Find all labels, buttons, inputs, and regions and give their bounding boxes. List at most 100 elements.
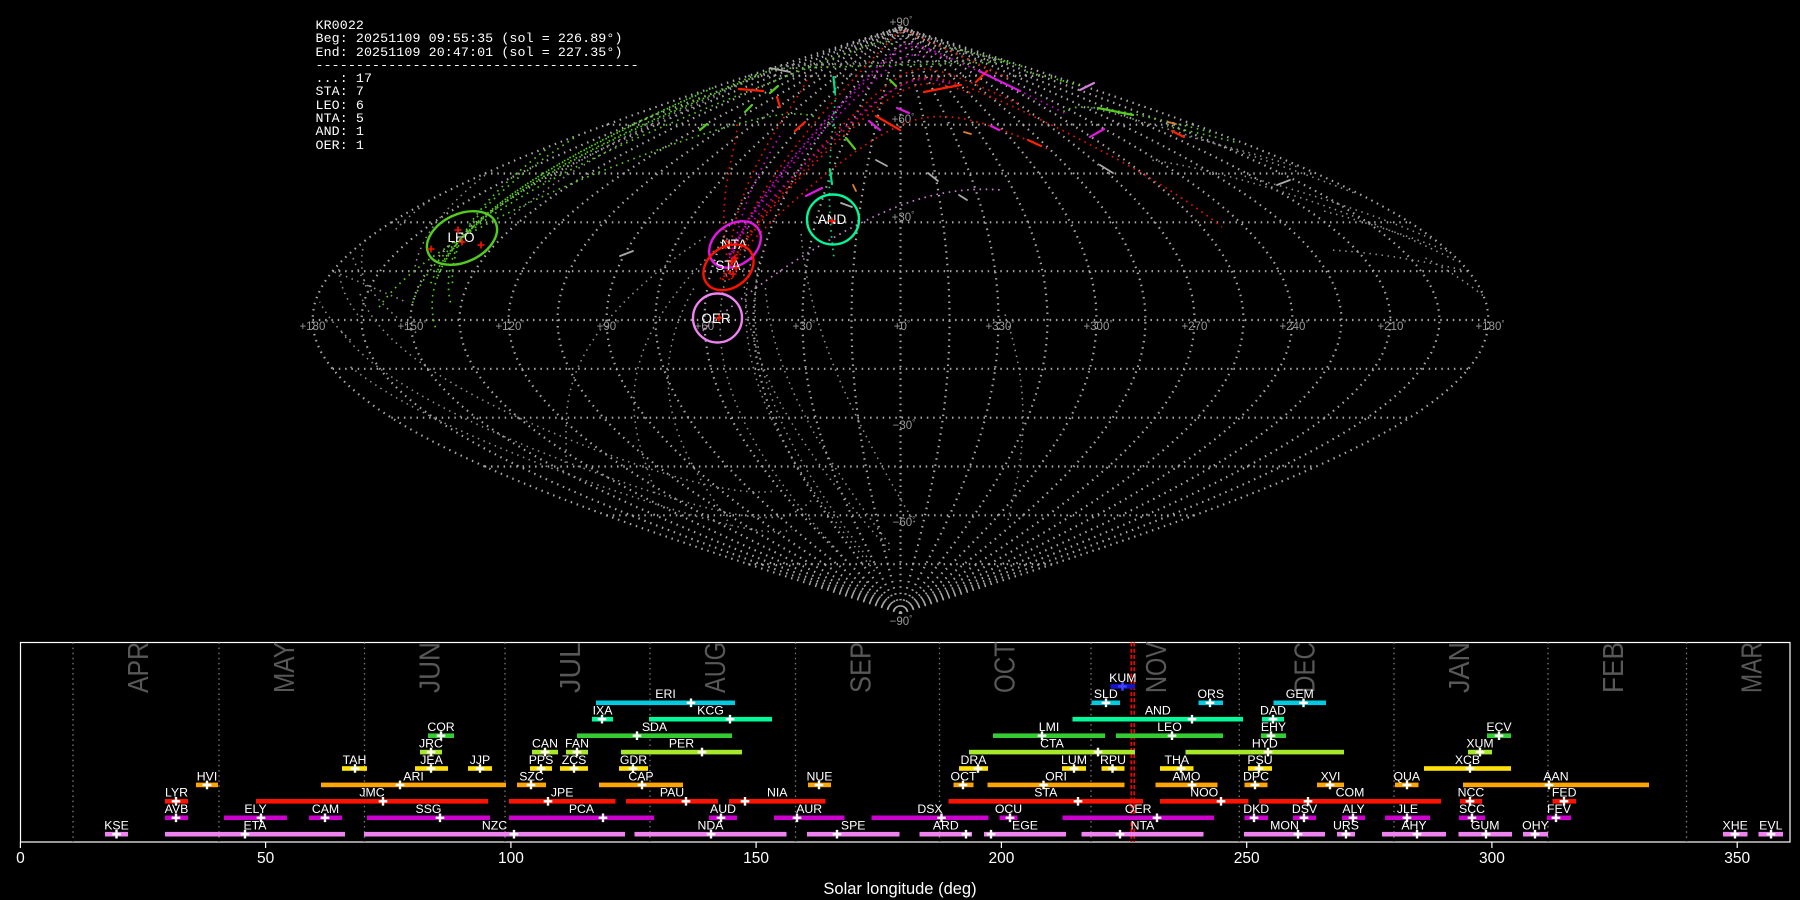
svg-text:+240°: +240° xyxy=(1279,319,1308,333)
svg-text:SSG: SSG xyxy=(416,802,442,816)
svg-text:NOO: NOO xyxy=(1190,786,1218,800)
svg-text:−30°: −30° xyxy=(893,418,916,432)
svg-text:LUM: LUM xyxy=(1061,753,1087,767)
svg-text:FEV: FEV xyxy=(1547,802,1572,816)
svg-text:ORI: ORI xyxy=(1045,769,1067,783)
svg-text:AVB: AVB xyxy=(165,802,189,816)
svg-text:OER: OER xyxy=(1125,802,1152,816)
svg-text:+120°: +120° xyxy=(495,319,524,333)
svg-text:AUR: AUR xyxy=(796,802,822,816)
svg-text:TAH: TAH xyxy=(343,753,367,767)
svg-text:KUM: KUM xyxy=(1109,671,1136,685)
svg-text:RPU: RPU xyxy=(1100,753,1126,767)
svg-text:NIA: NIA xyxy=(767,786,788,800)
svg-text:EGE: EGE xyxy=(1012,819,1038,833)
svg-text:JRC: JRC xyxy=(419,737,443,751)
svg-text:AND: AND xyxy=(1145,704,1171,718)
svg-text:FED: FED xyxy=(1552,786,1577,800)
svg-text:PER: PER xyxy=(669,737,694,751)
svg-text:SZC: SZC xyxy=(519,769,544,783)
svg-text:CAM: CAM xyxy=(312,802,339,816)
svg-text:XUM: XUM xyxy=(1466,737,1493,751)
svg-text:FEB: FEB xyxy=(1598,642,1630,693)
svg-text:AHY: AHY xyxy=(1401,819,1426,833)
svg-text:ORS: ORS xyxy=(1197,687,1224,701)
svg-text:XVI: XVI xyxy=(1321,769,1341,783)
svg-text:OCT: OCT xyxy=(951,769,977,783)
svg-text:STA: STA xyxy=(715,258,740,273)
svg-text:HVI: HVI xyxy=(197,769,218,783)
svg-text:0: 0 xyxy=(16,850,25,867)
svg-text:JUL: JUL xyxy=(555,642,587,693)
svg-text:LMI: LMI xyxy=(1039,720,1060,734)
svg-text:MON: MON xyxy=(1270,819,1299,833)
svg-text:PPS: PPS xyxy=(529,753,554,767)
svg-text:DSX: DSX xyxy=(917,802,942,816)
svg-text:ETA: ETA xyxy=(243,819,267,833)
svg-text:JUN: JUN xyxy=(415,642,447,693)
svg-text:MAY: MAY xyxy=(269,642,301,693)
svg-text:IXA: IXA xyxy=(593,704,614,718)
svg-text:200: 200 xyxy=(988,850,1014,867)
svg-text:PCA: PCA xyxy=(569,802,595,816)
svg-text:THA: THA xyxy=(1164,753,1189,767)
svg-text:APR: APR xyxy=(123,642,155,693)
svg-text:DAD: DAD xyxy=(1260,704,1286,718)
svg-text:CTA: CTA xyxy=(1040,737,1064,751)
svg-text:GUM: GUM xyxy=(1471,819,1500,833)
svg-text:+300°: +300° xyxy=(1083,319,1112,333)
svg-text:GDR: GDR xyxy=(620,753,647,767)
svg-text:+330°: +330° xyxy=(985,319,1014,333)
svg-text:OHY: OHY xyxy=(1522,819,1549,833)
svg-text:+30°: +30° xyxy=(892,210,915,224)
svg-text:CAP: CAP xyxy=(628,769,653,783)
svg-text:JMC: JMC xyxy=(359,786,384,800)
svg-text:150: 150 xyxy=(743,850,769,867)
svg-text:NDA: NDA xyxy=(698,819,725,833)
svg-text:DKD: DKD xyxy=(1243,802,1269,816)
svg-text:Solar longitude (deg): Solar longitude (deg) xyxy=(823,880,976,898)
svg-text:+180°: +180° xyxy=(1475,319,1504,333)
svg-text:KCG: KCG xyxy=(697,704,724,718)
svg-text:OCT: OCT xyxy=(990,642,1022,693)
svg-text:EHY: EHY xyxy=(1261,720,1286,734)
svg-text:AUD: AUD xyxy=(710,802,736,816)
svg-text:COM: COM xyxy=(1336,786,1365,800)
svg-text:+30°: +30° xyxy=(793,319,816,333)
svg-text:PAU: PAU xyxy=(660,786,684,800)
svg-text:JLE: JLE xyxy=(1397,802,1418,816)
svg-text:100: 100 xyxy=(498,850,524,867)
svg-text:NTA: NTA xyxy=(1131,819,1155,833)
svg-text:ALY: ALY xyxy=(1342,802,1364,816)
svg-text:COR: COR xyxy=(427,720,454,734)
svg-text:SDA: SDA xyxy=(642,720,668,734)
svg-text:NUE: NUE xyxy=(807,769,833,783)
svg-text:SLD: SLD xyxy=(1094,687,1118,701)
svg-text:+60°: +60° xyxy=(892,112,915,126)
svg-text:DSV: DSV xyxy=(1292,802,1318,816)
svg-text:+270°: +270° xyxy=(1181,319,1210,333)
svg-text:OCU: OCU xyxy=(995,802,1022,816)
svg-text:LYR: LYR xyxy=(165,786,188,800)
svg-text:300: 300 xyxy=(1479,850,1505,867)
svg-text:+0°: +0° xyxy=(894,319,910,333)
svg-text:−90°: −90° xyxy=(890,614,913,628)
svg-text:JPE: JPE xyxy=(551,786,574,800)
svg-text:JEA: JEA xyxy=(420,753,443,767)
svg-text:FAN: FAN xyxy=(565,737,589,751)
svg-text:SPE: SPE xyxy=(841,819,866,833)
svg-text:ZCS: ZCS xyxy=(562,753,587,767)
svg-text:CAN: CAN xyxy=(532,737,558,751)
svg-text:HYD: HYD xyxy=(1252,737,1278,751)
svg-text:350: 350 xyxy=(1724,850,1750,867)
svg-text:ARD: ARD xyxy=(933,819,959,833)
svg-text:DEC: DEC xyxy=(1289,642,1321,693)
svg-text:QUA: QUA xyxy=(1393,769,1420,783)
svg-text:DRA: DRA xyxy=(961,753,988,767)
svg-text:NCC: NCC xyxy=(1458,786,1485,800)
svg-text:SCC: SCC xyxy=(1459,802,1485,816)
svg-text:+180°: +180° xyxy=(299,319,328,333)
svg-text:JJP: JJP xyxy=(470,753,491,767)
svg-text:STA: STA xyxy=(1034,786,1058,800)
svg-text:ERI: ERI xyxy=(655,687,676,701)
